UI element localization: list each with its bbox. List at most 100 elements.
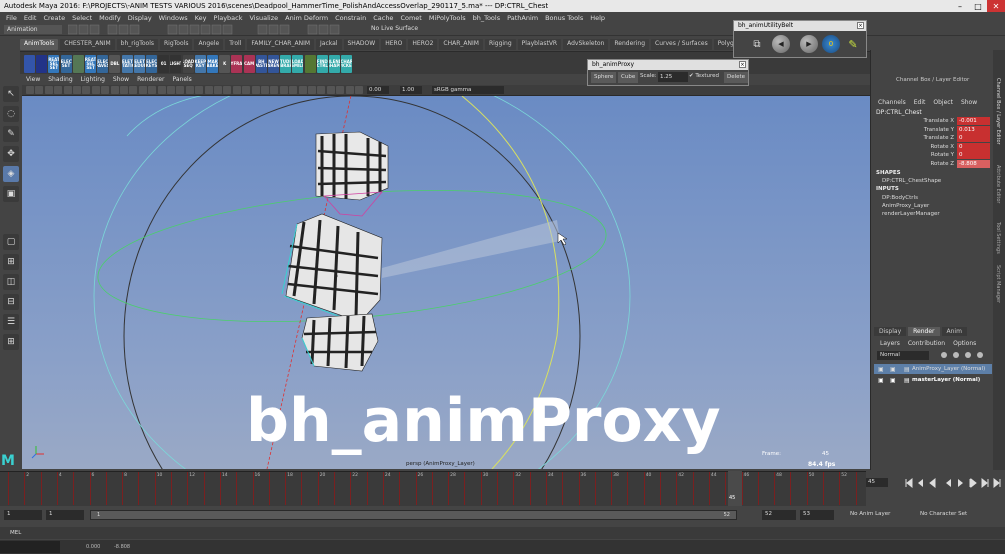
menu-set-dropdown[interactable]: Animation — [4, 25, 62, 34]
channel-row[interactable]: Rotate Y0 — [876, 151, 990, 160]
menu-visualize[interactable]: Visualize — [250, 14, 279, 22]
shelf-tab-char-anim[interactable]: CHAR_ANIM — [439, 39, 483, 50]
viewport-toolbar-button[interactable] — [251, 86, 260, 94]
menu-pathanim[interactable]: PathAnim — [507, 14, 538, 22]
viewport-toolbar-button[interactable] — [336, 86, 345, 94]
current-frame-field[interactable]: 45 — [866, 478, 888, 487]
minimize-icon[interactable]: – — [951, 0, 969, 12]
channel-value[interactable]: 0 — [957, 142, 990, 151]
close-icon[interactable]: × — [739, 61, 746, 68]
shelf-button[interactable]: DELETE STATIC — [121, 55, 133, 73]
playback-icon[interactable]: ▣ — [890, 377, 896, 384]
shelf-tab-curves-surfaces[interactable]: Curves / Surfaces — [651, 39, 712, 50]
channel-value[interactable]: -8.808 — [957, 160, 990, 168]
scale-tool-icon[interactable]: ▣ — [3, 186, 19, 202]
animation-start-field[interactable]: 1 — [4, 510, 42, 520]
sphere-button[interactable]: Sphere — [591, 72, 617, 83]
shelf-button[interactable]: BH PASTE — [255, 55, 267, 73]
viewport-menu-view[interactable]: View — [26, 76, 40, 85]
channel-value[interactable]: 0 — [957, 151, 990, 160]
taskbar-app-icon[interactable] — [0, 541, 60, 553]
shelf-button[interactable]: LOAD SEQ — [182, 55, 194, 73]
viewport-toolbar-button[interactable] — [204, 86, 213, 94]
side-tab-channel-box[interactable]: Channel Box / Layer Editor — [995, 78, 1001, 145]
viewport-menu-shading[interactable]: Shading — [48, 76, 72, 85]
menu-file[interactable]: File — [6, 14, 17, 22]
menu-anim-deform[interactable]: Anim Deform — [285, 14, 328, 22]
lasso-tool-icon[interactable]: ◌ — [3, 106, 19, 122]
select-tool-icon[interactable]: ↖ — [3, 86, 19, 102]
playback-icon[interactable]: ▣ — [890, 366, 896, 373]
cam-icon[interactable]: ⧉ — [748, 35, 766, 53]
viewport-toolbar-button[interactable] — [289, 86, 298, 94]
shelf-tab-chester-anim[interactable]: CHESTER_ANIM — [60, 39, 115, 50]
menu-bonus-tools[interactable]: Bonus Tools — [545, 14, 583, 22]
viewport-menu-show[interactable]: Show — [113, 76, 129, 85]
menu-help[interactable]: Help — [590, 14, 605, 22]
shelf-button[interactable]: DELETE REDUN — [133, 55, 145, 73]
menu-mipolytools[interactable]: MiPolyTools — [429, 14, 466, 22]
viewport-toolbar-button[interactable] — [308, 86, 316, 94]
shelf-button[interactable]: BLEND SHAPE — [329, 55, 340, 73]
shelf-button[interactable]: CHAR PICKER — [341, 55, 353, 73]
shelf-tab-animtools[interactable]: AnimTools — [20, 39, 59, 50]
layout-two-icon[interactable]: ◫ — [3, 274, 19, 290]
shelf-button[interactable]: KEEP KEY — [194, 55, 206, 73]
layer-blend-dropdown[interactable]: Normal — [877, 351, 929, 360]
input-item[interactable]: DP:BodyCtrls — [882, 195, 918, 201]
close-icon[interactable]: × — [857, 22, 864, 29]
shelf-tab-advskeleton[interactable]: AdvSkeleton — [563, 39, 609, 50]
prev-key-icon[interactable]: ◀ — [772, 35, 790, 53]
layout-persp-graph-icon[interactable]: ⊟ — [3, 294, 19, 310]
layer-menu-contribution[interactable]: Contribution — [908, 340, 945, 347]
viewport-toolbar-button[interactable] — [261, 86, 269, 94]
shelf-tab-rendering[interactable]: Rendering — [610, 39, 650, 50]
menu-constrain[interactable]: Constrain — [335, 14, 366, 22]
shelf-tab-hero2[interactable]: HERO2 — [408, 39, 438, 50]
viewport-toolbar-button[interactable] — [101, 86, 110, 94]
viewport-toolbar-button[interactable] — [120, 86, 128, 94]
viewport-menu-lighting[interactable]: Lighting — [81, 76, 105, 85]
shelf-button[interactable]: SELECT SET — [60, 55, 72, 73]
exposure-field[interactable]: 0.00 — [367, 86, 389, 94]
layer-tab-display[interactable]: Display — [874, 327, 907, 336]
viewport-toolbar-button[interactable] — [35, 86, 44, 94]
menu-playback[interactable]: Playback — [213, 14, 242, 22]
viewport-toolbar-button[interactable] — [214, 86, 222, 94]
shelf-button[interactable]: CAM — [243, 55, 255, 73]
shelf-tab-shadow[interactable]: SHADOW — [343, 39, 380, 50]
layout-three-icon[interactable]: ⊞ — [3, 334, 19, 350]
shelf-button[interactable]: 01 — [158, 55, 170, 73]
shelf-button[interactable] — [304, 55, 316, 73]
viewport-toolbar-button[interactable] — [54, 86, 63, 94]
channel-box-menu-edit[interactable]: Edit — [914, 99, 926, 106]
menu-bh-tools[interactable]: bh_Tools — [473, 14, 501, 22]
channel-box-menu-show[interactable]: Show — [961, 99, 977, 106]
delete-button[interactable]: Delete — [724, 72, 749, 83]
menu-create[interactable]: Create — [43, 14, 65, 22]
gamma-field[interactable]: 1.00 — [400, 86, 422, 94]
viewport-toolbar-button[interactable] — [270, 86, 279, 94]
menu-edit[interactable]: Edit — [24, 14, 37, 22]
shelf-button[interactable]: SELECT KEYS — [146, 55, 157, 73]
layer-row[interactable]: ▣ ▣ ▤ AnimProxy_Layer (Normal) — [874, 364, 992, 374]
side-tab-attribute-editor[interactable]: Attribute Editor — [995, 165, 1001, 203]
viewport-toolbar-button[interactable] — [317, 86, 326, 94]
layout-four-icon[interactable]: ⊞ — [3, 254, 19, 270]
shelf-button[interactable]: CREATE SEL SET — [48, 55, 60, 73]
layer-row[interactable]: ▣ ▣ ▤ masterLayer (Normal) — [874, 375, 992, 385]
shelf-tab-bh-rigtools[interactable]: bh_rigTools — [116, 39, 159, 50]
shelf-button[interactable]: SMART BAKE — [207, 55, 218, 73]
shelf-button[interactable]: SELECT FAVES — [97, 55, 109, 73]
input-item[interactable]: renderLayerManager — [882, 211, 940, 217]
shelf-button[interactable]: LOAD SMILE — [292, 55, 304, 73]
shelf-button[interactable]: FIND CTRL — [316, 55, 328, 73]
shelf-button[interactable]: STUDIO LIBRARY — [280, 55, 292, 73]
shelf-button[interactable] — [24, 55, 35, 73]
viewport-toolbar-button[interactable] — [148, 86, 157, 94]
shelf-button[interactable]: CREATE SEL SET — [85, 55, 96, 73]
playback-start-field[interactable]: 1 — [46, 510, 84, 520]
current-frame-marker[interactable]: 45 — [728, 471, 742, 506]
shelf-button[interactable]: KEYFRAME — [231, 55, 243, 73]
menu-modify[interactable]: Modify — [99, 14, 121, 22]
